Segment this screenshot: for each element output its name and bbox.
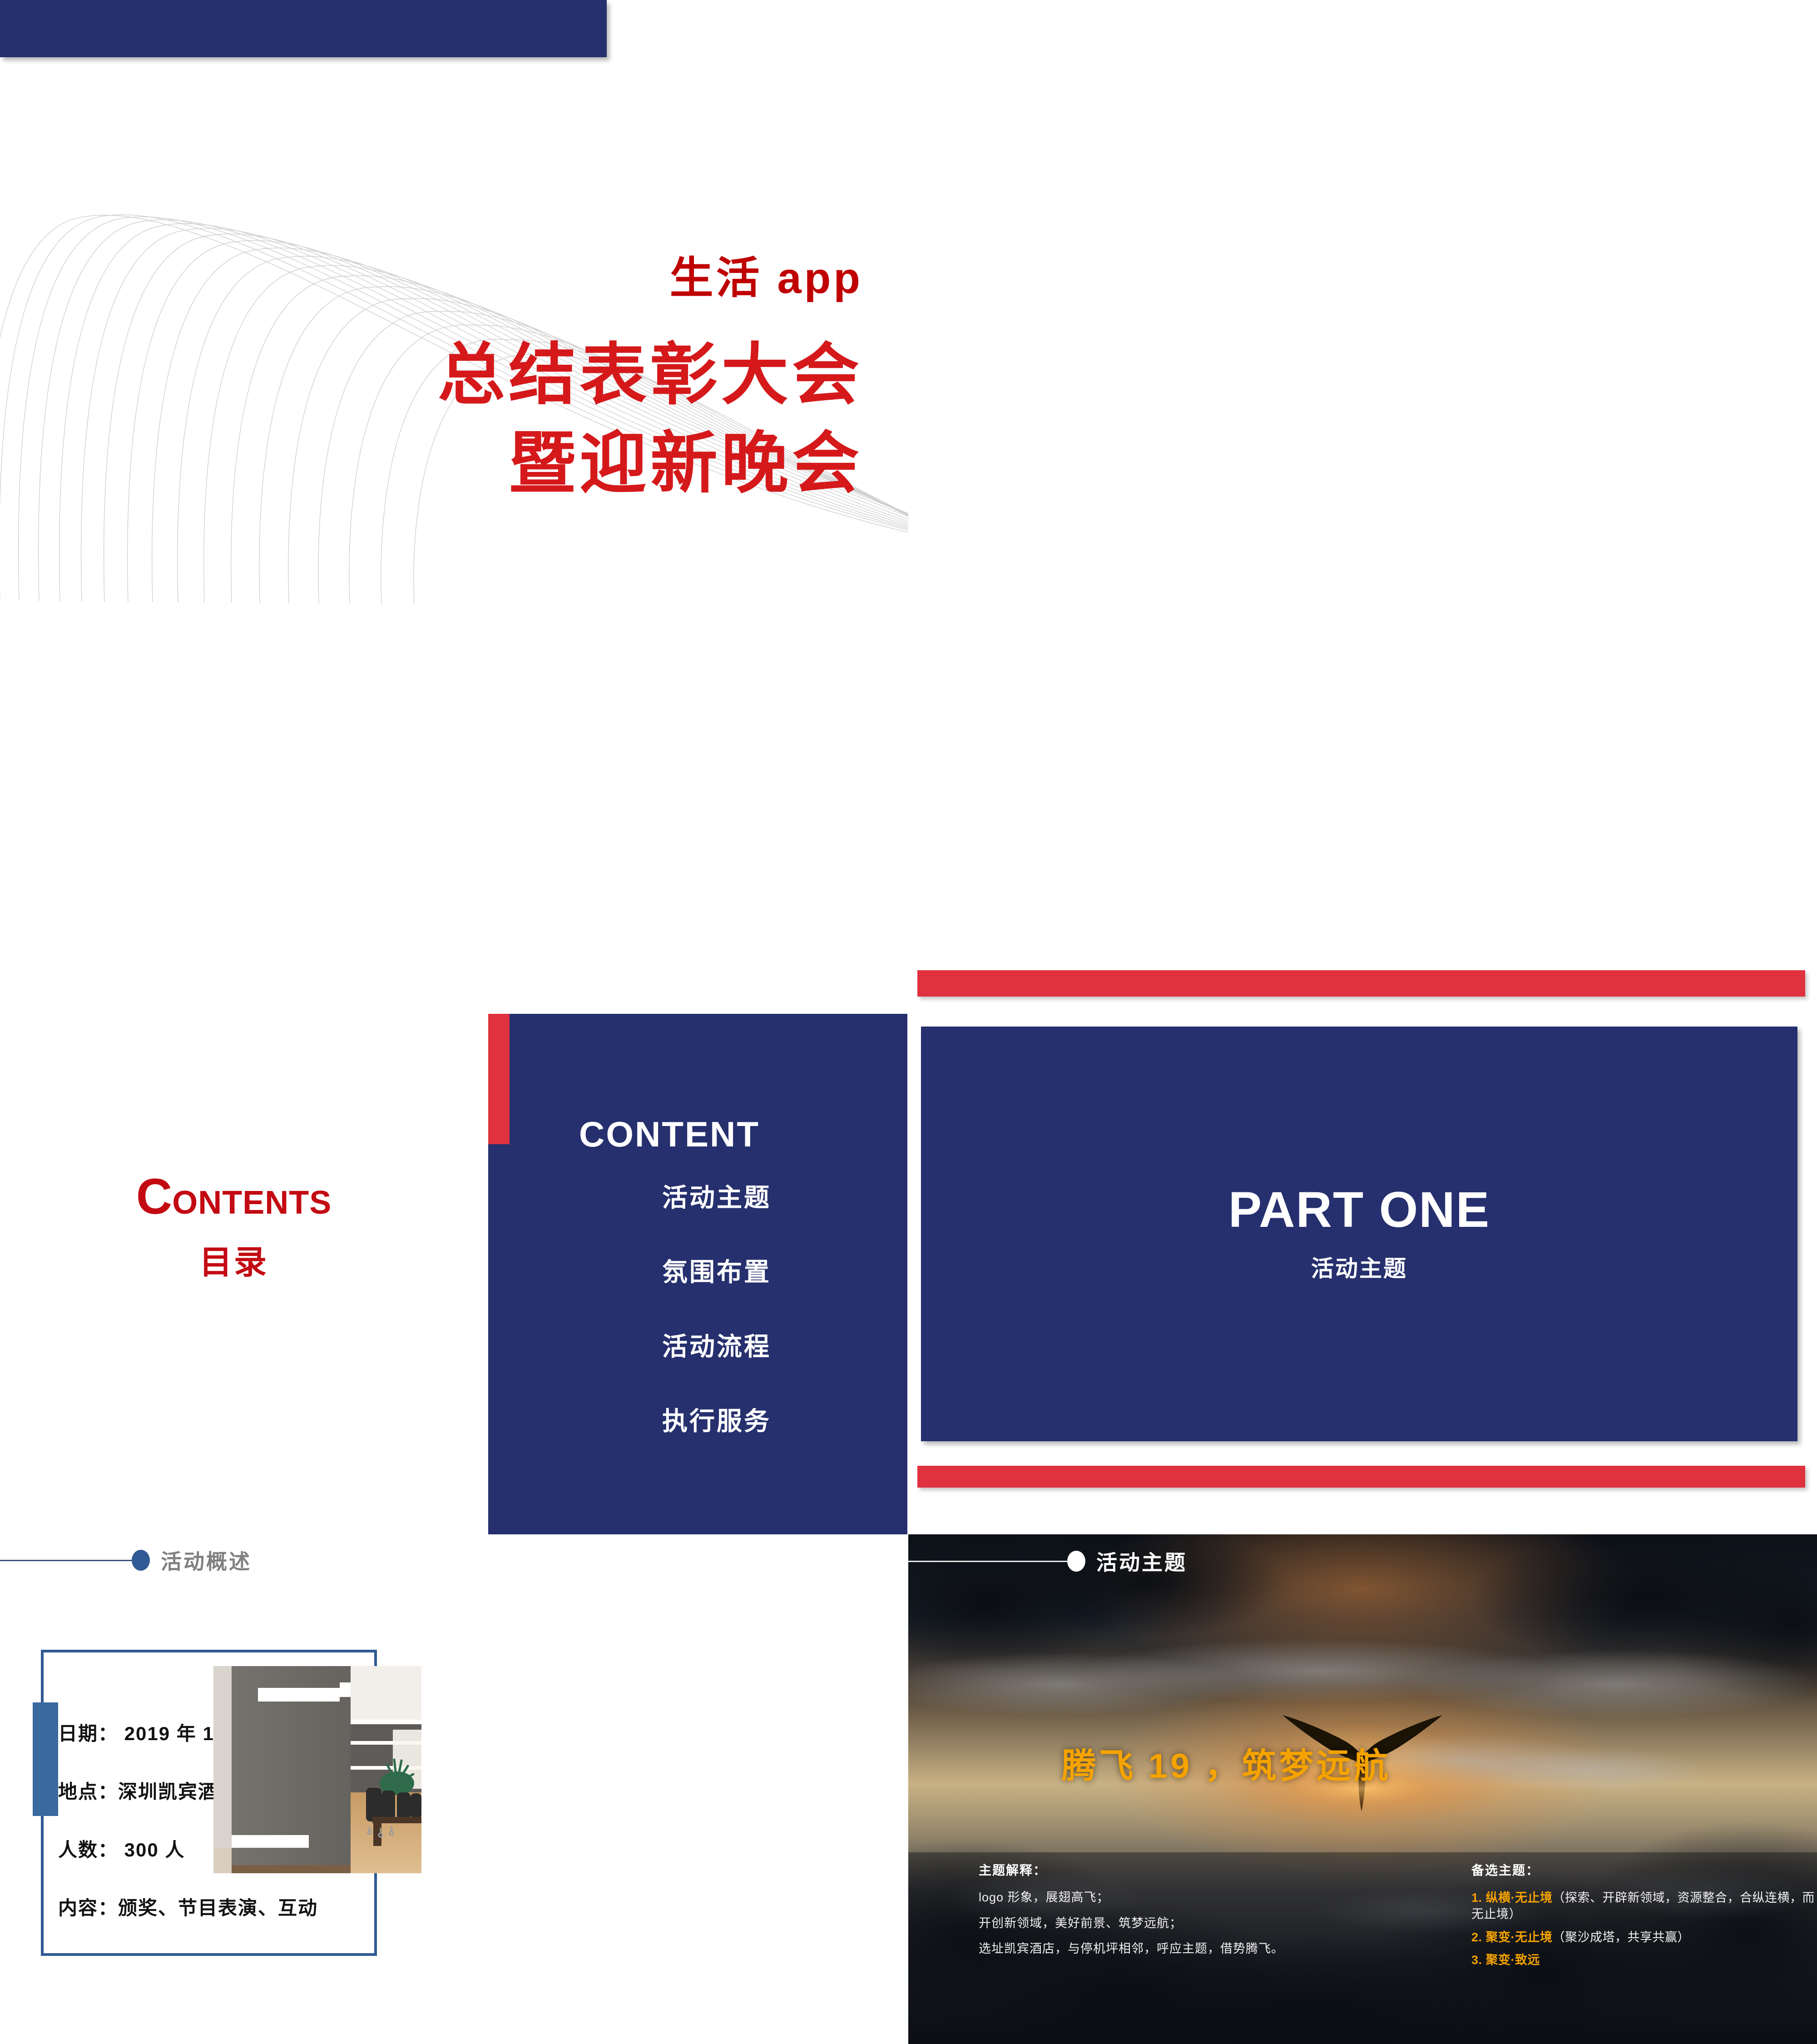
theme-alt-2-key: 3. 聚变·致远: [1471, 1953, 1540, 1967]
theme-explanation: 主题解释： logo 形象，展翅高飞； 开创新领域，美好前景、筑梦远航； 选址凯…: [979, 1860, 1415, 1968]
contents-item-list: 活动主题 氛围布置 活动流程 执行服务: [488, 1177, 907, 1438]
brand-name: 生活 app: [669, 254, 863, 303]
red-bar-top: [917, 970, 1805, 997]
theme-alt-1-desc: （聚沙成塔，共享共赢）: [1552, 1930, 1690, 1944]
title-block: 生活 app 总结表彰大会 暨迎新晚会: [227, 254, 863, 508]
contents-item-3[interactable]: 执行服务: [662, 1401, 771, 1438]
theme-alt-2: 3. 聚变·致远: [1471, 1952, 1817, 1968]
red-bar-bottom: [917, 1466, 1805, 1488]
slide-part-one: PART ONE 活动主题: [908, 954, 1817, 1534]
headline-line-2: 暨迎新晚会: [509, 426, 863, 501]
contents-navy-panel: CONTENT 活动主题 氛围布置 活动流程 执行服务: [488, 1014, 907, 1534]
theme-alt-0: 1. 纵横·无止境（探索、开辟新领域，资源整合，合纵连横，而无止境）: [1471, 1890, 1817, 1923]
overview-section-label-text: 活动概述: [161, 1550, 252, 1573]
theme-explanation-heading: 主题解释：: [979, 1863, 1047, 1877]
theme-alternatives: 备选主题： 1. 纵横·无止境（探索、开辟新领域，资源整合，合纵连横，而无止境）…: [1471, 1860, 1817, 1975]
theme-explanation-line-1: 开创新领域，美好前景、筑梦远航；: [979, 1916, 1182, 1930]
contents-heading: CONTENTS 目录: [116, 1172, 352, 1283]
label-dot-icon: [1067, 1551, 1085, 1572]
theme-explanation-line-2: 选址凯宾酒店，与停机坪相邻，呼应主题，借势腾飞。: [979, 1942, 1284, 1956]
overview-frame-top-right: [322, 1650, 377, 1652]
part-one-title-cn: 活动主题: [1311, 1255, 1407, 1281]
contents-panel-title: CONTENT: [579, 1114, 760, 1154]
theme-alt-1-key: 2. 聚变·无止境: [1471, 1930, 1553, 1944]
top-blue-banner: [0, 0, 607, 57]
contents-item-1[interactable]: 氛围布置: [662, 1252, 771, 1289]
contents-heading-initial: C: [136, 1169, 173, 1225]
overview-accent-tab: [33, 1702, 58, 1816]
theme-alternatives-heading: 备选主题：: [1471, 1863, 1540, 1877]
theme-slogan: 腾飞 19 ，筑梦远航: [1061, 1747, 1391, 1786]
main-headline: 总结表彰大会 暨迎新晚会: [227, 331, 863, 508]
overview-section-label: 活动概述: [0, 1545, 277, 1575]
theme-alt-0-key: 1. 纵横·无止境: [1471, 1891, 1553, 1905]
contents-item-0[interactable]: 活动主题: [662, 1177, 771, 1214]
overview-row-3: 内容：颁奖、节目表演、互动: [58, 1897, 318, 1919]
contents-left-area: CONTENTS 目录: [0, 954, 488, 1534]
part-one-title-en: PART ONE: [1228, 1181, 1490, 1238]
label-rule: [908, 1560, 1067, 1562]
headline-line-1: 总结表彰大会: [438, 337, 863, 412]
contents-item-2[interactable]: 活动流程: [662, 1326, 771, 1363]
label-dot-icon: [132, 1550, 150, 1571]
contents-heading-en: CONTENTS: [116, 1172, 352, 1222]
theme-alt-1: 2. 聚变·无止境（聚沙成塔，共享共赢）: [1471, 1929, 1817, 1945]
part-one-card: PART ONE 活动主题: [921, 1027, 1797, 1441]
slide-overview: 活动概述 日期： 2019 年 1 月 18 日 地点：深圳凯宾酒店 人数： 3…: [0, 1534, 908, 2044]
overview-photo: [213, 1666, 421, 1873]
slide-theme: 活动主题 腾飞 19 ，筑梦远航 主题解释： logo 形象，展翅高飞； 开创新…: [908, 1534, 1817, 2044]
slide-contents: CONTENTS 目录 CONTENT 活动主题 氛围布置 活动流程 执行服务: [0, 954, 908, 1534]
overview-frame-bottom-right: [322, 1953, 377, 1956]
contents-heading-rest: ONTENTS: [172, 1185, 332, 1221]
slide-title: 生活 app 总结表彰大会 暨迎新晚会: [0, 0, 908, 954]
theme-explanation-line-0: logo 形象，展翅高飞；: [979, 1890, 1109, 1904]
contents-heading-cn: 目录: [199, 1245, 268, 1281]
theme-section-label-text: 活动主题: [1096, 1551, 1187, 1574]
slide-deck: 生活 app 总结表彰大会 暨迎新晚会 CONTENTS 目录 CONTENT …: [0, 0, 1817, 2044]
theme-section-label: 活动主题: [908, 1546, 1240, 1576]
label-rule: [0, 1559, 132, 1561]
